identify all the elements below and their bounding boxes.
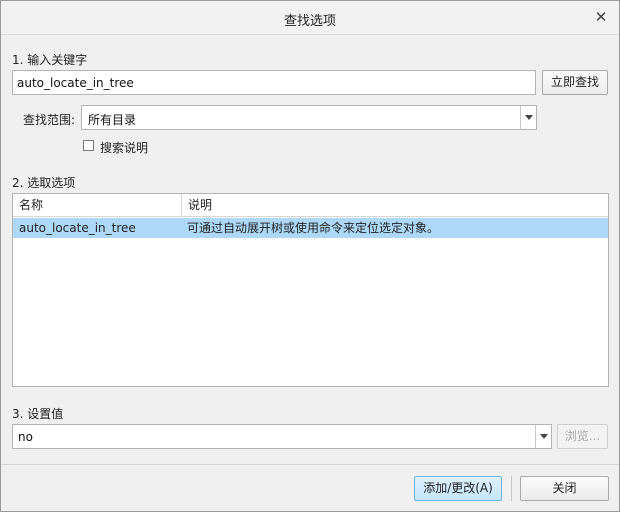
- chevron-down-icon[interactable]: [520, 106, 536, 129]
- button-divider: [511, 476, 512, 501]
- chevron-down-icon[interactable]: [535, 425, 551, 448]
- value-combobox[interactable]: no: [12, 424, 552, 449]
- add-change-button[interactable]: 添加/更改(A): [414, 476, 502, 501]
- column-header-name[interactable]: 名称: [13, 194, 181, 217]
- title-bar: 查找选项 ✕: [1, 1, 619, 35]
- table-row[interactable]: auto_locate_in_tree 可通过自动展开树或使用命令来定位选定对象…: [13, 218, 608, 238]
- list-header: 名称 说明: [13, 194, 608, 217]
- find-now-button[interactable]: 立即查找: [542, 70, 608, 95]
- search-description-checkbox[interactable]: [83, 140, 94, 151]
- close-icon[interactable]: ✕: [593, 8, 609, 26]
- scope-dropdown[interactable]: 所有目录: [81, 105, 537, 130]
- browse-button[interactable]: 浏览...: [557, 424, 608, 449]
- options-list[interactable]: 名称 说明 auto_locate_in_tree 可通过自动展开树或使用命令来…: [12, 193, 609, 387]
- scope-value: 所有目录: [88, 113, 137, 127]
- scope-label: 查找范围:: [23, 113, 76, 127]
- row-option-description: 可通过自动展开树或使用命令来定位选定对象。: [187, 221, 440, 235]
- step3-label: 3. 设置值: [12, 407, 64, 421]
- column-header-description[interactable]: 说明: [181, 194, 608, 217]
- find-options-dialog: 查找选项 ✕ 1. 输入关键字 auto_locate_in_tree 立即查找…: [0, 0, 620, 512]
- step1-label: 1. 输入关键字: [12, 53, 88, 67]
- value-text: no: [18, 430, 33, 444]
- footer-divider: [1, 464, 619, 465]
- close-button[interactable]: 关闭: [520, 476, 609, 501]
- step2-label: 2. 选取选项: [12, 176, 76, 190]
- dialog-title: 查找选项: [283, 14, 336, 29]
- keyword-input[interactable]: auto_locate_in_tree: [12, 70, 536, 95]
- search-description-label: 搜索说明: [100, 141, 149, 155]
- row-option-name: auto_locate_in_tree: [19, 221, 136, 235]
